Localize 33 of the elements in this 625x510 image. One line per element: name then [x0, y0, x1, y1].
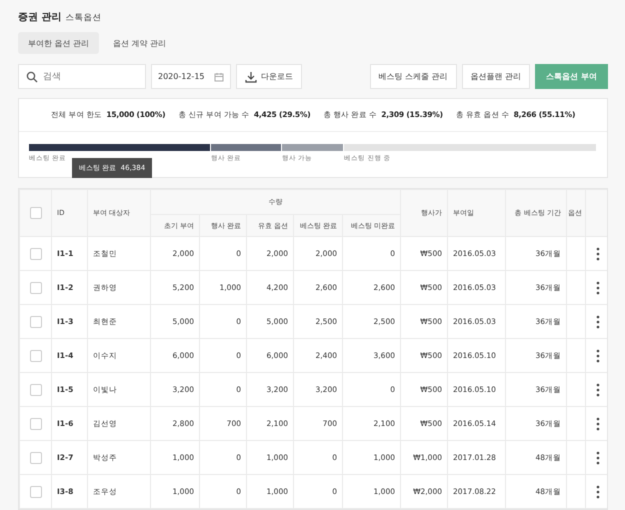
bar-segment[interactable] — [282, 144, 344, 151]
bar-segment[interactable] — [344, 144, 596, 151]
page-subtitle: 스톡옵션 — [65, 12, 102, 24]
checkbox[interactable] — [30, 384, 42, 396]
bar-segment[interactable] — [29, 144, 210, 151]
bar-segment[interactable] — [210, 144, 281, 151]
more-icon[interactable] — [596, 450, 600, 464]
checkbox[interactable] — [30, 418, 42, 430]
more-icon[interactable] — [596, 246, 600, 260]
download-button[interactable]: 다운로드 — [236, 64, 302, 89]
page-title: 증권 관리 — [18, 11, 62, 24]
checkbox[interactable] — [30, 207, 42, 219]
more-icon[interactable] — [596, 280, 600, 294]
checkbox[interactable] — [30, 248, 42, 260]
checkbox[interactable] — [30, 282, 42, 294]
tab[interactable]: 부여한 옵션 관리 — [18, 32, 100, 54]
more-icon[interactable] — [596, 416, 600, 430]
checkbox[interactable] — [30, 486, 42, 498]
more-icon[interactable] — [596, 348, 600, 362]
date-field[interactable]: 2020-12-15 — [151, 64, 231, 89]
more-icon[interactable] — [596, 382, 600, 396]
more-icon[interactable] — [596, 484, 600, 498]
checkbox[interactable] — [30, 350, 42, 362]
download-icon — [245, 70, 257, 82]
calendar-icon — [214, 72, 224, 82]
action-button[interactable]: 옵션플랜 관리 — [462, 64, 530, 89]
more-icon[interactable] — [596, 314, 600, 328]
search-icon — [26, 71, 38, 83]
checkbox[interactable] — [30, 452, 42, 464]
search-field[interactable]: 검색 — [18, 64, 146, 89]
tab[interactable]: 옵션 계약 관리 — [103, 32, 176, 54]
action-button[interactable]: 베스팅 스케줄 관리 — [370, 64, 457, 89]
checkbox[interactable] — [30, 316, 42, 328]
